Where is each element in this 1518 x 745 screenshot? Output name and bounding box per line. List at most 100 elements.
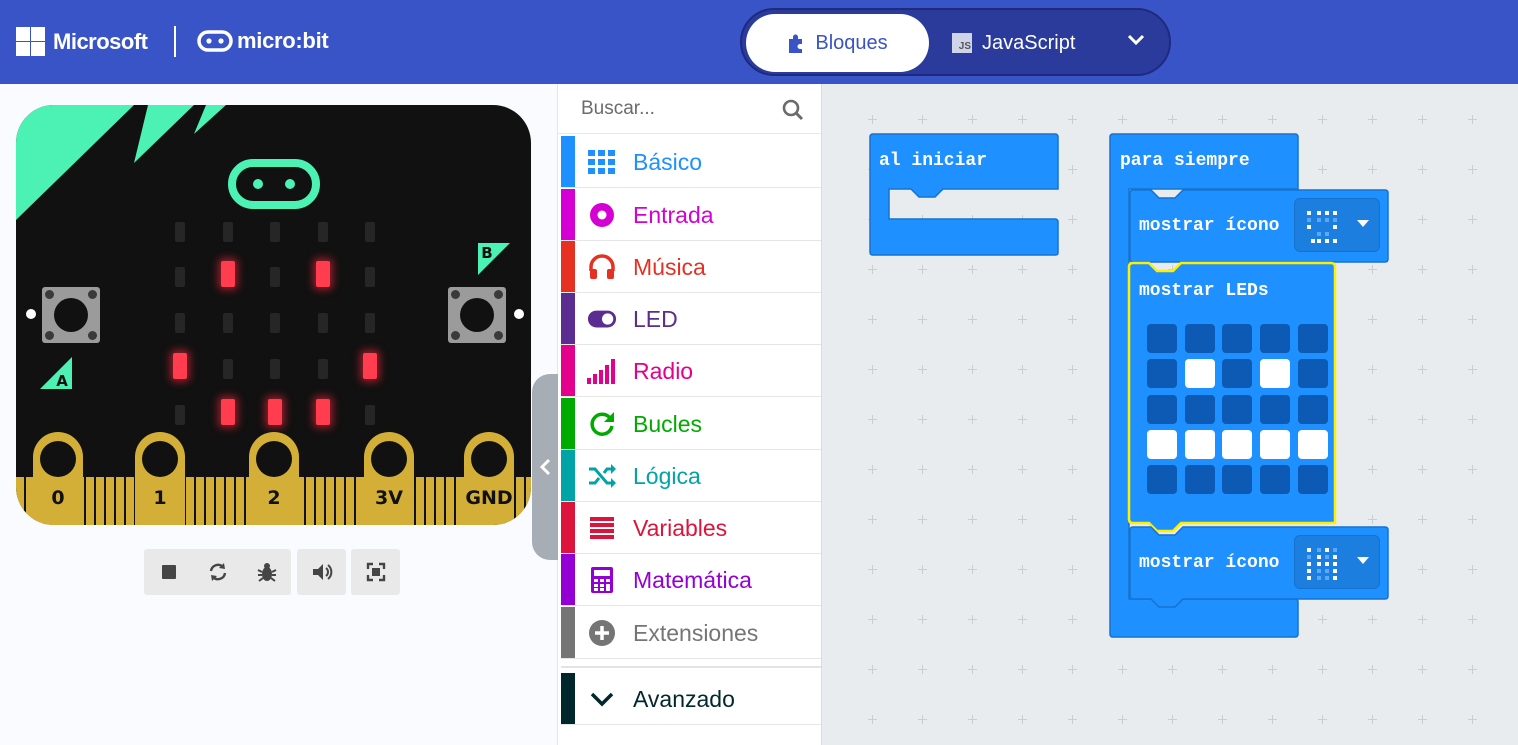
led-cell[interactable]	[1147, 324, 1177, 353]
sound-toolbar	[297, 549, 346, 595]
category-advanced[interactable]: Avanzado	[561, 673, 821, 725]
category-basico[interactable]: Básico	[561, 136, 821, 188]
led-cell[interactable]	[1260, 324, 1290, 353]
pin-label: GND	[465, 487, 513, 509]
button-b[interactable]	[448, 287, 506, 343]
led-off	[175, 222, 185, 242]
category-color-bar	[561, 554, 575, 605]
category-logica[interactable]: Lógica	[561, 450, 821, 502]
pin-2[interactable]: 2	[249, 432, 299, 525]
microbit-logo[interactable]: micro:bit	[197, 28, 329, 54]
led-on	[316, 399, 330, 425]
led-cell[interactable]	[1222, 324, 1252, 353]
grid-mark	[1318, 115, 1327, 124]
pin-dot-right	[514, 309, 524, 319]
led-cell[interactable]	[1222, 395, 1252, 424]
grid-mark	[1418, 565, 1427, 574]
led-cell[interactable]	[1147, 359, 1177, 388]
microbit-brand-text: micro:bit	[237, 28, 329, 53]
restart-button[interactable]	[193, 549, 242, 595]
fullscreen-button[interactable]	[351, 549, 400, 595]
debug-button[interactable]	[242, 549, 291, 595]
pin-gnd[interactable]: GND	[464, 432, 514, 525]
led-cell[interactable]	[1222, 359, 1252, 388]
search-icon[interactable]	[781, 98, 805, 122]
category-matematica[interactable]: Matemática	[561, 554, 821, 606]
pin-0[interactable]: 0	[33, 432, 83, 525]
button-b-label: B	[478, 243, 510, 275]
input-icon	[587, 201, 617, 229]
category-label: Matemática	[633, 567, 752, 593]
led-cell[interactable]	[1185, 395, 1215, 424]
caret-down-icon	[1357, 557, 1369, 564]
button-a[interactable]	[42, 287, 100, 343]
category-bucles[interactable]: Bucles	[561, 398, 821, 450]
led-off	[365, 222, 375, 242]
puzzle-icon	[789, 34, 803, 53]
category-musica[interactable]: Música	[561, 241, 821, 293]
pin-3v[interactable]: 3V	[364, 432, 414, 525]
grid-mark	[1068, 315, 1077, 324]
grid-mark	[868, 315, 877, 324]
led-cell[interactable]	[1222, 430, 1252, 459]
pin-label: 1	[153, 487, 167, 509]
led-cell[interactable]	[1147, 395, 1177, 424]
led-cell[interactable]	[1298, 430, 1328, 459]
category-variables[interactable]: Variables	[561, 502, 821, 554]
led-cell[interactable]	[1185, 324, 1215, 353]
fullscreen-toolbar	[351, 549, 400, 595]
mute-button[interactable]	[297, 549, 346, 595]
category-label: Entrada	[633, 202, 714, 228]
grid-mark	[968, 665, 977, 674]
category-led[interactable]: LED	[561, 293, 821, 345]
led-cell[interactable]	[1147, 430, 1177, 459]
led-cell[interactable]	[1222, 465, 1252, 494]
led-cell[interactable]	[1147, 465, 1177, 494]
led-off	[175, 405, 185, 425]
grid-mark	[1418, 715, 1427, 724]
led-cell[interactable]	[1260, 430, 1290, 459]
led-on	[221, 261, 235, 287]
led-on	[363, 353, 377, 379]
led-cell[interactable]	[1260, 359, 1290, 388]
tab-javascript-label: JavaScript	[982, 31, 1076, 54]
grid-mark	[968, 365, 977, 374]
tab-javascript[interactable]: JS JavaScript	[952, 14, 1102, 72]
search-input[interactable]: Buscar...	[581, 98, 655, 120]
category-radio[interactable]: Radio	[561, 345, 821, 397]
show-leds-label: mostrar LEDs	[1139, 281, 1269, 301]
stop-button[interactable]	[144, 549, 193, 595]
grid-mark	[918, 265, 927, 274]
led-cell[interactable]	[1260, 395, 1290, 424]
grid-mark	[1068, 265, 1077, 274]
grid-mark	[1068, 615, 1077, 624]
led-cell[interactable]	[1298, 395, 1328, 424]
tab-blocks[interactable]: Bloques	[746, 14, 929, 72]
category-extensiones[interactable]: Extensiones	[561, 607, 821, 659]
category-entrada[interactable]: Entrada	[561, 189, 821, 241]
led-cell[interactable]	[1185, 430, 1215, 459]
grid-mark	[1468, 265, 1477, 274]
blocks-workspace[interactable]: al iniciar para siempre mostrar ícono mo…	[822, 84, 1518, 745]
pin-1[interactable]: 1	[135, 432, 185, 525]
microsoft-logo[interactable]: Microsoft	[16, 27, 148, 56]
category-color-bar	[561, 345, 575, 396]
grid-mark	[1368, 715, 1377, 724]
toolbox-search[interactable]: Buscar...	[558, 84, 822, 134]
stop-icon	[161, 565, 176, 579]
loop-icon	[587, 410, 617, 438]
icon-dropdown[interactable]	[1294, 198, 1380, 252]
pin-dot-left	[26, 309, 36, 319]
led-cell[interactable]	[1185, 465, 1215, 494]
javascript-icon: JS	[952, 33, 972, 53]
led-cell[interactable]	[1260, 465, 1290, 494]
grid-mark	[918, 615, 927, 624]
grid-mark	[1018, 415, 1027, 424]
chevron-down-icon[interactable]	[1124, 28, 1148, 52]
led-cell[interactable]	[1185, 359, 1215, 388]
led-cell[interactable]	[1298, 359, 1328, 388]
led-cell[interactable]	[1298, 465, 1328, 494]
led-cell[interactable]	[1298, 324, 1328, 353]
icon-dropdown-2[interactable]	[1294, 535, 1380, 589]
grid-mark	[868, 565, 877, 574]
